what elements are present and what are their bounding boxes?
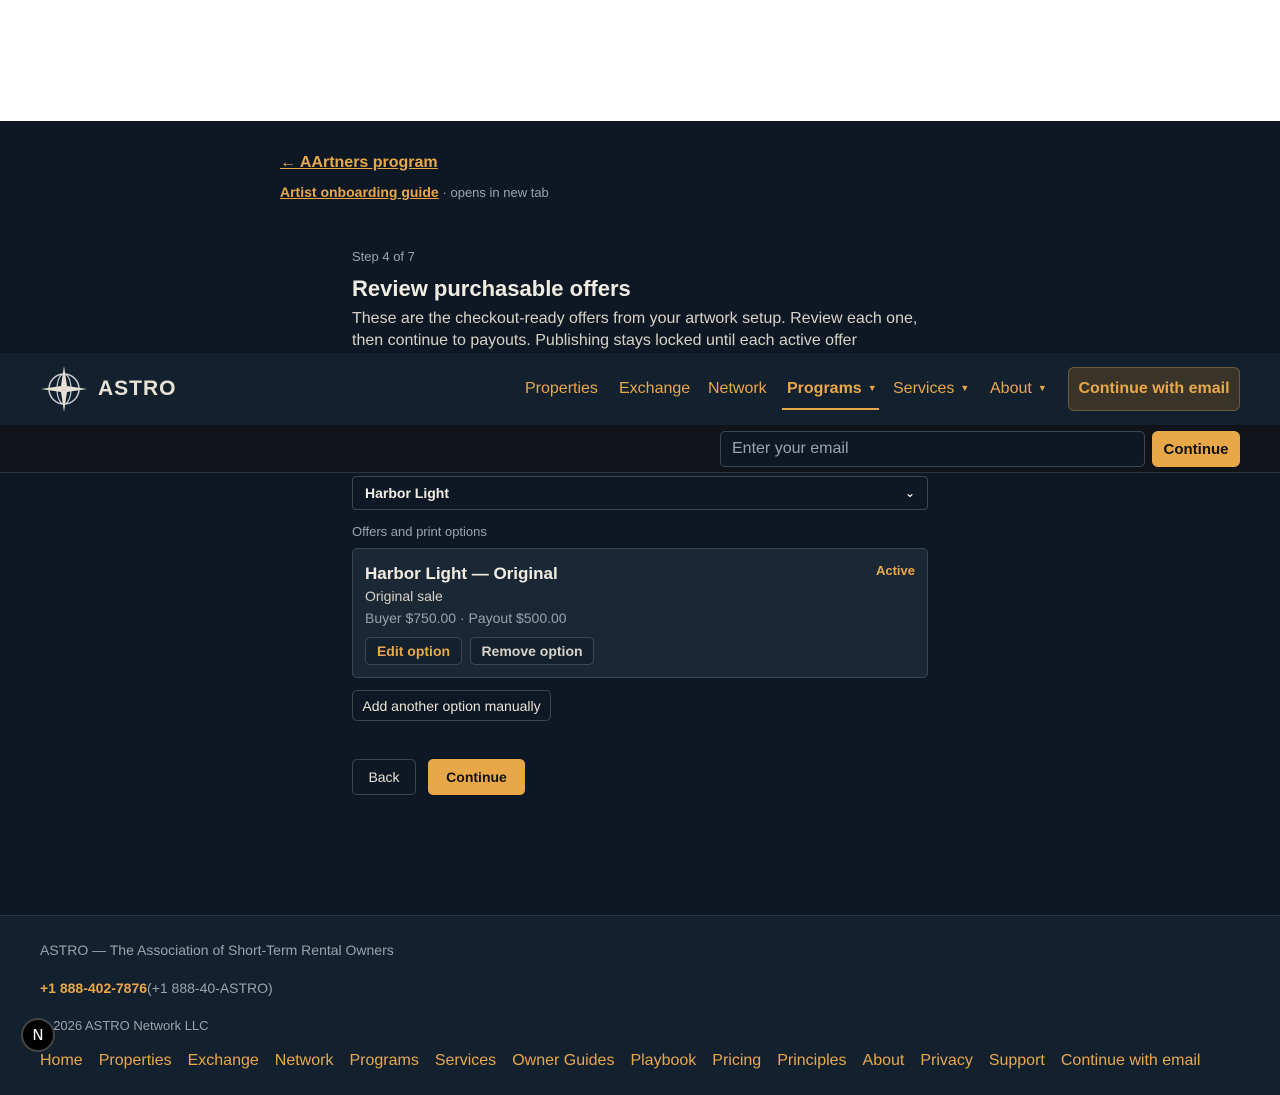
caret-down-icon: ▼	[1037, 383, 1047, 393]
nav-about-label: About	[990, 380, 1032, 397]
dev-tools-badge-icon[interactable]: N	[21, 1018, 55, 1052]
offer-price: Buyer $750.00 · Payout $500.00	[365, 610, 567, 626]
offer-card: Harbor Light — Original Active Original …	[352, 548, 928, 678]
footer-link-exchange[interactable]: Exchange	[188, 1052, 259, 1070]
footer-link-continue-email[interactable]: Continue with email	[1061, 1052, 1201, 1070]
footer-links: Home Properties Exchange Network Program…	[40, 1052, 1200, 1070]
caret-down-icon: ▼	[867, 383, 877, 393]
nav-programs-label: Programs	[787, 380, 862, 397]
offer-title: Harbor Light — Original	[365, 564, 558, 583]
email-bar: Enter your email Continue	[0, 425, 1280, 473]
footer-link-pricing[interactable]: Pricing	[712, 1052, 761, 1070]
active-nav-underline	[782, 408, 879, 410]
compass-star-icon[interactable]	[40, 365, 88, 413]
caret-down-icon: ▼	[960, 383, 970, 393]
footer-link-playbook[interactable]: Playbook	[630, 1052, 696, 1070]
footer-link-privacy[interactable]: Privacy	[920, 1052, 972, 1070]
back-button[interactable]: Back	[352, 759, 416, 795]
footer-link-properties[interactable]: Properties	[99, 1052, 172, 1070]
email-input[interactable]: Enter your email	[720, 431, 1145, 467]
footer-link-network[interactable]: Network	[275, 1052, 334, 1070]
footer-link-programs[interactable]: Programs	[349, 1052, 418, 1070]
artwork-select-value: Harbor Light	[365, 485, 449, 501]
page-description: These are the checkout-ready offers from…	[352, 310, 918, 349]
footer-link-principles[interactable]: Principles	[777, 1052, 846, 1070]
email-continue-button[interactable]: Continue	[1152, 431, 1240, 467]
nav-exchange[interactable]: Exchange	[619, 380, 690, 398]
page-title: Review purchasable offers	[352, 276, 631, 301]
footer: ASTRO — The Association of Short-Term Re…	[0, 915, 1280, 1095]
nav-programs[interactable]: Programs ▼	[787, 380, 877, 398]
nav-network[interactable]: Network	[708, 380, 767, 398]
copyright: © 2026 ASTRO Network LLC	[40, 1018, 209, 1033]
add-option-button[interactable]: Add another option manually	[352, 690, 551, 721]
offers-section-label: Offers and print options	[352, 524, 487, 539]
phone-alt: (+1 888-40-ASTRO)	[147, 980, 273, 996]
footer-link-support[interactable]: Support	[989, 1052, 1045, 1070]
step-indicator: Step 4 of 7	[352, 249, 415, 264]
continue-button[interactable]: Continue	[428, 759, 525, 795]
footer-link-owner-guides[interactable]: Owner Guides	[512, 1052, 614, 1070]
continue-with-email-button[interactable]: Continue with email	[1068, 367, 1240, 411]
footer-link-about[interactable]: About	[863, 1052, 905, 1070]
chevron-down-icon: ⌄	[904, 486, 915, 500]
top-navbar: ASTRO Properties Exchange Network Progra…	[0, 353, 1280, 425]
brand-name[interactable]: ASTRO	[98, 377, 177, 401]
footer-link-home[interactable]: Home	[40, 1052, 83, 1070]
nav-properties[interactable]: Properties	[525, 380, 598, 398]
new-tab-note: · opens in new tab	[442, 185, 549, 200]
nav-about[interactable]: About ▼	[990, 380, 1047, 398]
footer-org-name: ASTRO — The Association of Short-Term Re…	[40, 942, 394, 958]
guide-row: Artist onboarding guide · opens in new t…	[280, 184, 549, 200]
footer-phone: +1 888-402-7876(+1 888-40-ASTRO)	[40, 980, 273, 996]
remove-option-button[interactable]: Remove option	[470, 637, 594, 665]
status-badge: Active	[875, 563, 915, 578]
edit-option-button[interactable]: Edit option	[365, 637, 462, 665]
footer-link-services[interactable]: Services	[435, 1052, 496, 1070]
phone-link[interactable]: +1 888-402-7876	[40, 980, 147, 996]
artwork-select[interactable]: Harbor Light ⌄	[352, 476, 928, 510]
offer-type: Original sale	[365, 588, 443, 604]
nav-services-label: Services	[893, 380, 955, 397]
nav-services[interactable]: Services ▼	[893, 380, 969, 398]
onboarding-guide-link[interactable]: Artist onboarding guide	[280, 184, 439, 200]
back-to-program-link[interactable]: ← AArtners program	[280, 154, 438, 172]
